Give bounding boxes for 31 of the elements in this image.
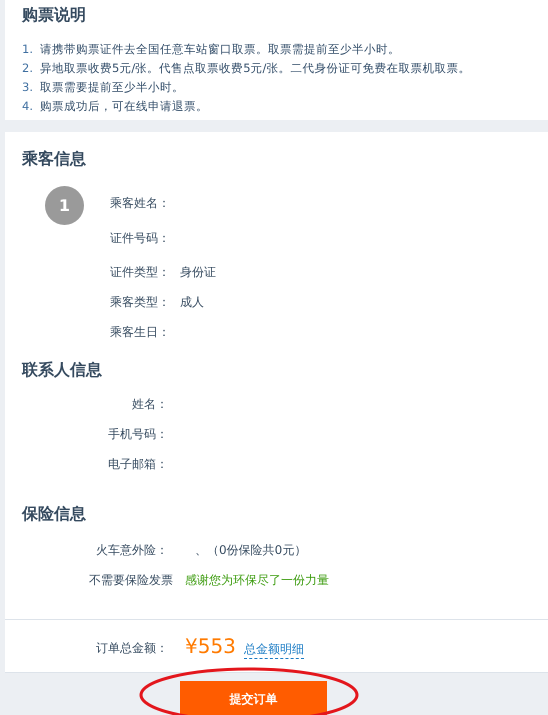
price-detail-link[interactable]: 总金额明细 xyxy=(244,640,304,658)
list-number: 2. xyxy=(22,60,34,77)
section-title: 联系人信息 xyxy=(22,359,103,381)
section-title: 购票说明 xyxy=(22,4,87,26)
field-label: 火车意外险： xyxy=(96,542,168,559)
notice-text: 异地取票收费5元/张。代售点取票收费5元/张。二代身份证可免费在取票机取票。 xyxy=(40,60,470,77)
field-label: 乘客姓名： xyxy=(110,195,171,212)
notice-text: 购票成功后，可在线申请退票。 xyxy=(40,98,208,115)
section-title: 保险信息 xyxy=(22,503,87,525)
notice-text: 取票需要提前至少半小时。 xyxy=(40,79,184,96)
total-amount: ¥553 xyxy=(185,633,236,660)
list-number: 3. xyxy=(22,79,34,96)
field-label: 乘客类型： xyxy=(110,294,171,311)
field-label: 不需要保险发票 xyxy=(89,572,173,589)
field-label: 证件号码： xyxy=(110,230,171,247)
field-label: 电子邮箱： xyxy=(108,456,168,473)
list-number: 1. xyxy=(22,41,34,58)
section-title: 乘客信息 xyxy=(22,148,87,170)
thanks-note: 感谢您为环保尽了一份力量 xyxy=(185,572,329,589)
submit-order-button[interactable]: 提交订单 xyxy=(180,681,327,715)
field-value: 成人 xyxy=(180,294,204,311)
field-label: 证件类型： xyxy=(110,264,171,280)
field-label: 乘客生日： xyxy=(110,324,171,341)
list-number: 4. xyxy=(22,98,34,115)
total-label: 订单总金额： xyxy=(96,640,168,657)
field-value: 身份证 xyxy=(180,264,216,280)
field-label: 姓名： xyxy=(132,396,168,413)
passenger-number-badge: 1 xyxy=(45,186,84,225)
field-value: 、（0份保险共0元） xyxy=(195,542,306,559)
field-label: 手机号码： xyxy=(108,426,168,443)
notice-text: 请携带购票证件去全国任意车站窗口取票。取票需提前至少半小时。 xyxy=(40,41,400,58)
